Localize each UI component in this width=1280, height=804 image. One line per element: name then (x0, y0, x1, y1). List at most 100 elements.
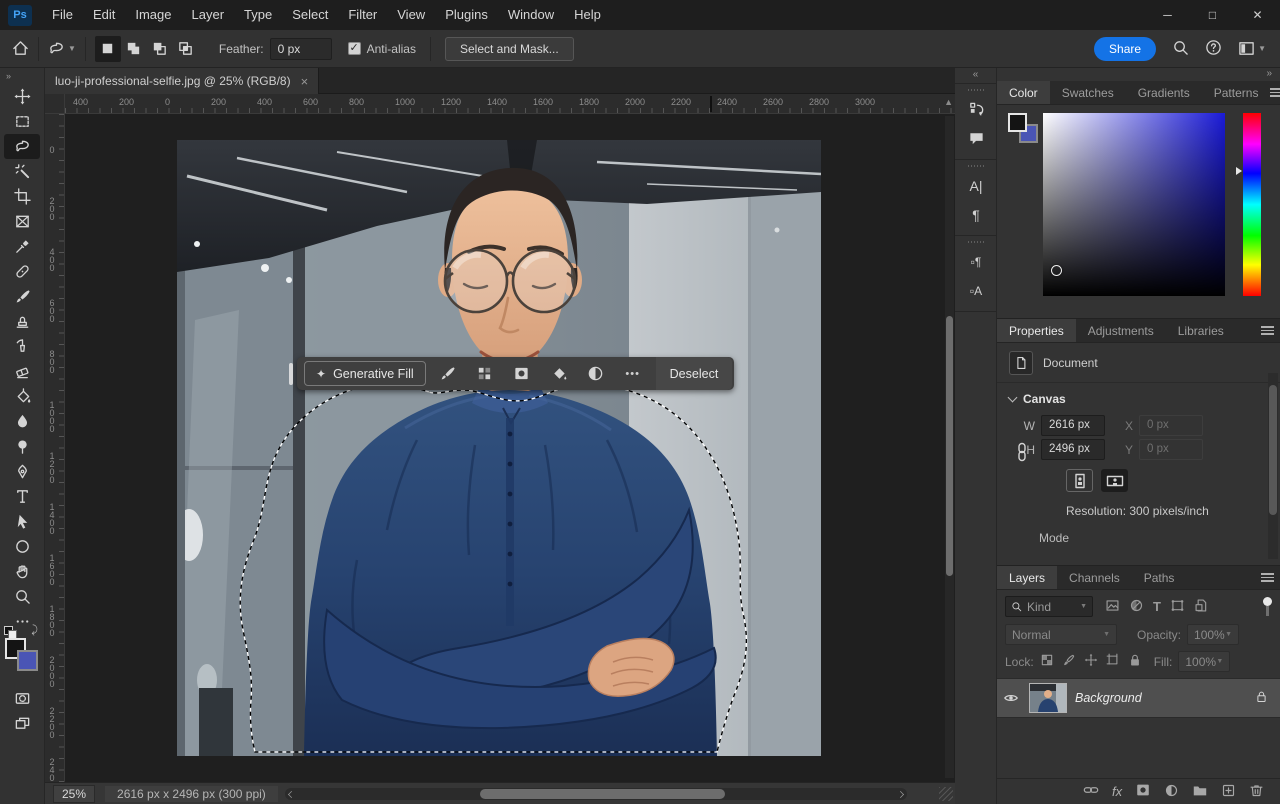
dock-drag-handle[interactable] (968, 89, 984, 91)
magic-wand-tool[interactable] (4, 159, 40, 184)
horizontal-scroll-thumb[interactable] (480, 789, 725, 799)
quick-mask-mode-button[interactable] (4, 686, 40, 711)
comments-panel-icon[interactable] (955, 124, 997, 153)
background-color-swatch[interactable] (17, 650, 38, 671)
link-dimensions-icon[interactable] (1015, 442, 1029, 465)
menu-window[interactable]: Window (498, 0, 564, 30)
crop-tool[interactable] (4, 184, 40, 209)
panel-menu-icon[interactable] (1254, 566, 1280, 589)
expand-panels-icon[interactable]: « (955, 68, 996, 83)
document-tab[interactable]: luo-ji-professional-selfie.jpg @ 25% (RG… (45, 68, 319, 94)
new-group-icon[interactable] (1192, 782, 1208, 801)
invert-selection-icon[interactable] (581, 361, 611, 386)
menu-help[interactable]: Help (564, 0, 611, 30)
tools-collapse-toggle[interactable]: » (0, 68, 44, 84)
blend-mode-dropdown[interactable]: Normal ▼ (1005, 624, 1117, 645)
mode-section-label[interactable]: Mode (1039, 531, 1280, 545)
menu-plugins[interactable]: Plugins (435, 0, 498, 30)
horizontal-ruler[interactable]: 400 200 0 200 400 600 800 1000 1200 1400… (65, 94, 955, 114)
opacity-value-dropdown[interactable]: 100% ▼ (1187, 624, 1239, 645)
deselect-button[interactable]: Deselect (656, 357, 733, 390)
new-layer-icon[interactable] (1221, 783, 1236, 801)
tab-layers[interactable]: Layers (997, 566, 1057, 589)
close-button[interactable]: ✕ (1235, 0, 1280, 30)
lock-pixels-icon[interactable] (1062, 653, 1076, 670)
layer-name[interactable]: Background (1075, 691, 1142, 705)
lasso-tool[interactable] (4, 134, 40, 159)
history-panel-icon[interactable] (955, 95, 997, 124)
taskbar-drag-handle[interactable] (289, 363, 293, 385)
anti-alias-checkbox[interactable]: ✓ (348, 42, 361, 55)
feather-input[interactable]: 0 px (270, 38, 332, 60)
generative-fill-button[interactable]: ✦ Generative Fill (304, 361, 426, 386)
scroll-right-icon[interactable] (897, 791, 904, 798)
paint-bucket-tool[interactable] (4, 384, 40, 409)
link-layers-icon[interactable] (1083, 782, 1099, 801)
tab-channels[interactable]: Channels (1057, 566, 1132, 589)
canvas-width-input[interactable]: 2616 px (1041, 415, 1105, 436)
character-panel-icon[interactable]: A| (955, 171, 997, 200)
home-icon[interactable] (12, 40, 29, 57)
clone-stamp-tool[interactable] (4, 309, 40, 334)
tab-libraries[interactable]: Libraries (1166, 319, 1236, 342)
maximize-button[interactable]: □ (1190, 0, 1235, 30)
lock-position-icon[interactable] (1084, 653, 1098, 670)
layer-styles-icon[interactable]: fx (1112, 784, 1122, 799)
dock-drag-handle[interactable] (968, 241, 984, 243)
foreground-color-swatch[interactable] (1008, 113, 1027, 132)
properties-scrollbar[interactable] (1268, 373, 1278, 559)
lock-all-icon[interactable] (1128, 653, 1142, 670)
ruler-origin-corner[interactable] (45, 94, 65, 114)
lock-transparency-icon[interactable] (1040, 653, 1054, 670)
panel-menu-icon[interactable] (1270, 81, 1280, 104)
paragraph-styles-panel-icon[interactable]: ▫¶ (955, 247, 997, 276)
lasso-tool-preset-icon[interactable]: ▼ (48, 40, 76, 57)
swap-colors-icon[interactable]: ⤸ (31, 624, 38, 637)
tab-paths[interactable]: Paths (1132, 566, 1187, 589)
scroll-up-icon[interactable]: ▲ (944, 97, 953, 107)
layer-row-background[interactable]: Background (997, 678, 1280, 718)
new-adjustment-layer-icon[interactable] (1164, 783, 1179, 801)
fill-selection-icon[interactable] (544, 361, 574, 386)
vertical-ruler[interactable]: 0 200 400 600 800 1000 1200 1400 1600 18… (45, 114, 65, 782)
properties-scroll-thumb[interactable] (1269, 385, 1277, 515)
character-styles-panel-icon[interactable]: ▫A (955, 276, 997, 305)
add-layer-mask-icon[interactable] (1135, 782, 1151, 801)
canvas-height-input[interactable]: 2496 px (1041, 439, 1105, 460)
document-canvas-image[interactable] (177, 140, 821, 756)
delete-layer-icon[interactable] (1249, 783, 1264, 801)
more-options-icon[interactable]: ••• (618, 361, 648, 386)
filter-adjustment-layers-icon[interactable] (1129, 598, 1144, 616)
menu-image[interactable]: Image (125, 0, 181, 30)
tab-swatches[interactable]: Swatches (1050, 81, 1126, 104)
menu-view[interactable]: View (387, 0, 435, 30)
menu-file[interactable]: File (42, 0, 83, 30)
rectangular-marquee-tool[interactable] (4, 109, 40, 134)
paragraph-panel-icon[interactable]: ¶ (955, 200, 997, 229)
layer-filter-kind-dropdown[interactable]: Kind ▼ (1005, 596, 1093, 617)
tab-patterns[interactable]: Patterns (1202, 81, 1271, 104)
type-tool[interactable] (4, 484, 40, 509)
canvas-section-header[interactable]: Canvas (997, 383, 1280, 412)
layer-visibility-eye-icon[interactable] (997, 690, 1025, 706)
share-button[interactable]: Share (1094, 37, 1156, 61)
tab-close-icon[interactable]: × (301, 74, 309, 89)
eyedropper-tool[interactable] (4, 234, 40, 259)
tab-color[interactable]: Color (997, 81, 1050, 104)
default-colors-icon[interactable] (4, 626, 13, 635)
dock-drag-handle[interactable] (968, 165, 984, 167)
select-and-mask-button[interactable]: Select and Mask... (445, 37, 574, 61)
spot-healing-brush-tool[interactable] (4, 259, 40, 284)
dodge-tool[interactable] (4, 434, 40, 459)
path-selection-tool[interactable] (4, 509, 40, 534)
history-brush-tool[interactable] (4, 334, 40, 359)
zoom-tool[interactable] (4, 584, 40, 609)
eraser-tool[interactable] (4, 359, 40, 384)
intersect-selection-mode-button[interactable] (173, 36, 199, 62)
hue-slider-pointer[interactable] (1236, 167, 1242, 175)
panel-menu-icon[interactable] (1254, 319, 1280, 342)
tab-gradients[interactable]: Gradients (1126, 81, 1202, 104)
menu-layer[interactable]: Layer (182, 0, 235, 30)
create-mask-icon[interactable] (507, 361, 537, 386)
resize-grip[interactable] (939, 787, 953, 801)
